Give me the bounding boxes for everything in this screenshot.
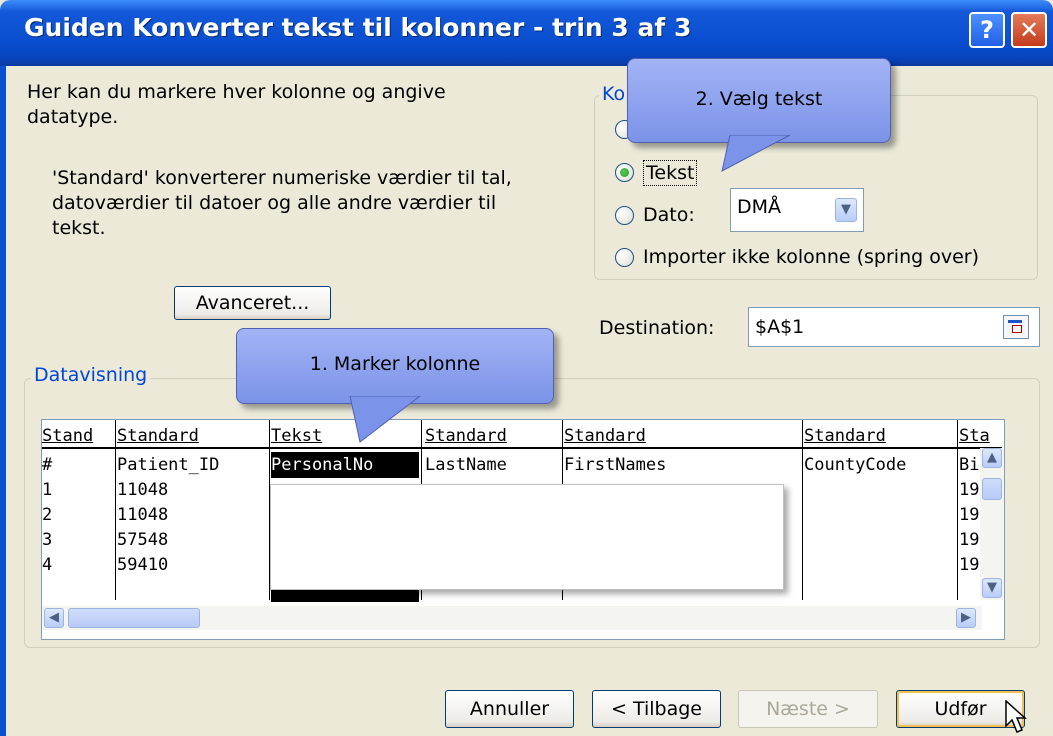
range-selector-icon[interactable]	[1003, 315, 1029, 339]
callout-pointer	[349, 396, 421, 443]
scroll-left-icon[interactable]: ◀	[44, 608, 64, 628]
callout-pointer	[721, 135, 791, 172]
data-preview: Stand Standard Tekst Standard Standard S…	[41, 419, 1005, 640]
column-separator	[957, 420, 958, 600]
column-header[interactable]: Standard	[804, 426, 886, 446]
data-preview-legend: Datavisning	[31, 364, 151, 386]
dialog-title: Guiden Konverter tekst til kolonner - tr…	[24, 13, 692, 42]
grid-cell: FirstNames	[564, 455, 667, 475]
date-format-select[interactable]: DMÅ ▼	[730, 188, 864, 232]
grid-cell: 2	[42, 505, 53, 525]
grid-cell: Patient_ID	[117, 455, 220, 475]
grid-cell: 4	[42, 555, 53, 575]
grid-cell: LastName	[425, 455, 507, 475]
header-divider	[42, 447, 1002, 449]
grid-cell: 11048	[117, 505, 169, 525]
close-button[interactable]: ✕	[1011, 12, 1047, 48]
next-button[interactable]: Næste >	[738, 690, 878, 728]
destination-field[interactable]: $A$1	[748, 307, 1040, 347]
destination-label: Destination:	[599, 317, 715, 339]
grid-cell: 11048	[117, 480, 169, 500]
radio-tekst[interactable]	[615, 163, 634, 182]
scroll-right-icon[interactable]: ▶	[956, 608, 976, 628]
scroll-up-icon[interactable]: ▲	[982, 448, 1002, 468]
grid-cell: 59410	[117, 555, 169, 575]
column-separator	[115, 420, 116, 600]
grid-cell: CountyCode	[804, 455, 907, 475]
column-format-legend: Ko	[599, 83, 629, 105]
description-text: tekst.	[52, 217, 106, 239]
intro-text: Her kan du markere hver kolonne og angiv…	[27, 81, 446, 103]
column-header[interactable]: Standard	[117, 426, 199, 446]
date-format-value: DMÅ	[737, 196, 782, 218]
column-header[interactable]: Sta	[959, 426, 990, 446]
column-header[interactable]: Tekst	[271, 426, 322, 446]
vertical-scrollbar[interactable]: ▲ ▼	[980, 448, 1004, 600]
mouse-cursor-icon	[1005, 700, 1027, 733]
popup-panel	[270, 484, 784, 590]
radio-skip[interactable]	[615, 248, 634, 267]
back-button[interactable]: < Tilbage	[592, 690, 721, 728]
radio-dato[interactable]	[615, 206, 634, 225]
advanced-button[interactable]: Avanceret...	[174, 286, 331, 320]
callout-step2: 2. Vælg tekst	[627, 58, 891, 143]
scroll-down-icon[interactable]: ▼	[982, 578, 1002, 598]
grid-cell: 57548	[117, 530, 169, 550]
scroll-thumb[interactable]	[68, 608, 200, 628]
description-text: datoværdier til datoer og alle andre vær…	[52, 192, 497, 214]
scroll-thumb[interactable]	[982, 478, 1002, 500]
selected-column-highlight	[271, 588, 419, 602]
column-header[interactable]: Stand	[42, 426, 93, 446]
column-header[interactable]: Standard	[564, 426, 646, 446]
description-text: 'Standard' konverterer numeriske værdier…	[52, 167, 512, 189]
help-button[interactable]: ?	[969, 12, 1005, 48]
grid-cell: PersonalNo	[271, 455, 374, 475]
destination-value: $A$1	[755, 316, 805, 338]
grid-cell: 3	[42, 530, 53, 550]
horizontal-scrollbar[interactable]: ◀ ▶	[42, 606, 982, 630]
grid-cell: #	[42, 455, 53, 475]
radio-tekst-label[interactable]: Tekst	[643, 160, 698, 186]
column-separator	[802, 420, 803, 600]
window-frame	[0, 66, 6, 736]
radio-skip-label[interactable]: Importer ikke kolonne (spring over)	[643, 245, 979, 269]
intro-text: datatype.	[27, 106, 119, 128]
cancel-button[interactable]: Annuller	[445, 690, 574, 728]
grid-cell: 1	[42, 480, 53, 500]
callout-step1: 1. Marker kolonne	[236, 328, 554, 404]
chevron-down-icon[interactable]: ▼	[835, 198, 857, 222]
radio-dato-label[interactable]: Dato:	[643, 203, 695, 227]
